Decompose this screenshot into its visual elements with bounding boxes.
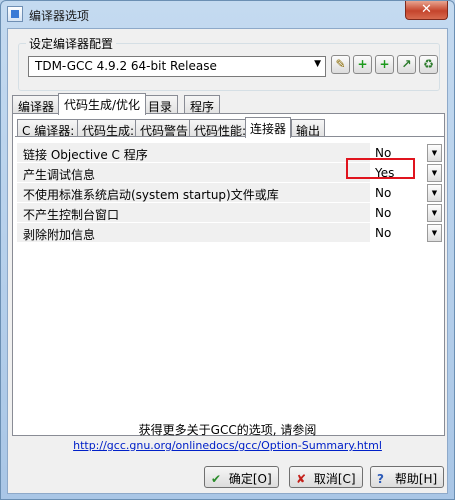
tab-compiler[interactable]: 编译器 [12, 95, 61, 114]
option-row[interactable]: 链接 Objective C 程序 No ▼ [17, 143, 442, 163]
subtab-output[interactable]: 输出 [291, 119, 326, 138]
delete-config-button[interactable]: ♻ [419, 55, 438, 74]
cancel-button-label: 取消[C] [313, 472, 356, 486]
compiler-options-window: 编译器选项 ✕ 设定编译器配置 TDM-GCC 4.9.2 64-bit Rel… [0, 0, 455, 500]
option-row[interactable]: 产生调试信息 Yes ▼ [17, 163, 442, 183]
option-name: 产生调试信息 [17, 163, 370, 183]
option-value[interactable]: No [371, 223, 427, 243]
tab-codegen-optimization[interactable]: 代码生成/优化 [58, 93, 147, 115]
tab-programs[interactable]: 程序 [184, 95, 221, 114]
help-button[interactable]: ? 帮助[H] [370, 466, 445, 488]
cancel-button[interactable]: ✘ 取消[C] [289, 466, 363, 488]
add-config-button[interactable]: + [353, 55, 372, 74]
ok-button[interactable]: ✔ 确定[O] [204, 466, 279, 488]
app-icon [7, 6, 23, 22]
subtab-codegen[interactable]: 代码生成: [77, 119, 140, 138]
rename-config-button[interactable]: ↗ [397, 55, 416, 74]
subtab-warnings[interactable]: 代码警告 [135, 119, 194, 138]
delete-config-icon: ♻ [423, 57, 434, 71]
compiler-config-label: 设定编译器配置 [26, 35, 117, 52]
option-row[interactable]: 剥除附加信息 No ▼ [17, 223, 442, 243]
add-config-icon: + [357, 57, 368, 71]
option-value[interactable]: Yes [371, 163, 427, 183]
title-bar[interactable]: 编译器选项 ✕ [1, 1, 454, 27]
cross-icon: ✘ [296, 472, 307, 486]
chevron-down-icon[interactable]: ▼ [427, 204, 442, 222]
option-name: 链接 Objective C 程序 [17, 143, 370, 163]
option-value[interactable]: No [371, 183, 427, 203]
option-row[interactable]: 不产生控制台窗口 No ▼ [17, 203, 442, 223]
rename-config-icon: ↗ [401, 57, 412, 71]
close-button[interactable]: ✕ [405, 1, 448, 20]
chevron-down-icon[interactable]: ▼ [427, 144, 442, 162]
option-name: 不产生控制台窗口 [17, 203, 370, 223]
linker-options-grid: 链接 Objective C 程序 No ▼ 产生调试信息 Yes ▼ 不使用标… [15, 136, 444, 434]
edit-config-icon: ✎ [335, 57, 346, 71]
help-button-label: 帮助[H] [394, 472, 438, 486]
compiler-config-value: TDM-GCC 4.9.2 64-bit Release [35, 59, 217, 73]
subtab-performance[interactable]: 代码性能: [189, 119, 252, 138]
chevron-down-icon[interactable]: ▼ [427, 164, 442, 182]
subtab-c-compiler[interactable]: C 编译器: [17, 119, 80, 138]
chevron-down-icon[interactable]: ▼ [427, 224, 442, 242]
option-value[interactable]: No [371, 143, 427, 163]
tab-directories[interactable]: 目录 [142, 95, 179, 114]
dialog-client: 设定编译器配置 TDM-GCC 4.9.2 64-bit Release ▼ ✎… [7, 28, 448, 494]
info-text: 获得更多关于GCC的选项, 请参阅 [138, 423, 317, 437]
subtab-linker[interactable]: 连接器 [245, 117, 292, 138]
tab-panel: C 编译器: 代码生成: 代码警告 代码性能: 连接器 输出 链接 Object… [12, 113, 445, 436]
option-value[interactable]: No [371, 203, 427, 223]
check-icon: ✔ [211, 472, 222, 486]
window-title: 编译器选项 [29, 9, 90, 23]
help-icon: ? [377, 472, 384, 486]
edit-config-button[interactable]: ✎ [331, 55, 350, 74]
option-row[interactable]: 不使用标准系统启动(system startup)文件或库 No ▼ [17, 183, 442, 203]
option-name: 剥除附加信息 [17, 223, 370, 243]
compiler-config-select[interactable]: TDM-GCC 4.9.2 64-bit Release ▼ [28, 56, 326, 77]
chevron-down-icon: ▼ [314, 59, 321, 69]
copy-config-button[interactable]: + [375, 55, 394, 74]
copy-config-icon: + [379, 57, 390, 71]
gcc-options-link[interactable]: http://gcc.gnu.org/onlinedocs/gcc/Option… [8, 439, 447, 452]
ok-button-label: 确定[O] [228, 472, 272, 486]
chevron-down-icon[interactable]: ▼ [427, 184, 442, 202]
option-name: 不使用标准系统启动(system startup)文件或库 [17, 183, 370, 203]
